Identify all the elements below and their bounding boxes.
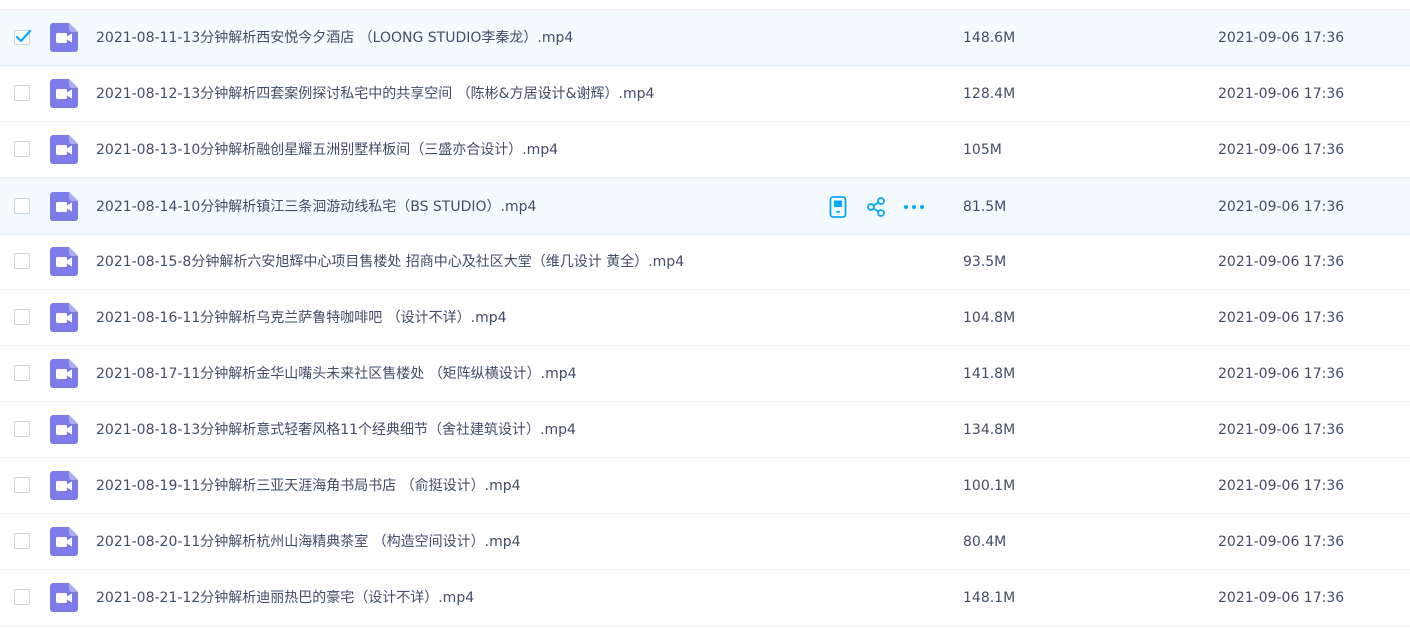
file-size: 100.1M xyxy=(963,478,1016,494)
row-checkbox[interactable] xyxy=(14,477,30,493)
file-name[interactable]: 2021-08-17-11分钟解析金华山嘴头未来社区售楼处 （矩阵纵横设计）.m… xyxy=(96,346,577,402)
video-file-icon xyxy=(50,415,78,444)
row-checkbox[interactable] xyxy=(14,309,30,325)
file-size: 80.4M xyxy=(963,534,1007,550)
file-size: 148.1M xyxy=(963,590,1016,606)
file-row[interactable]: 2021-08-19-11分钟解析三亚天涯海角书局书店 （俞挺设计）.mp4 10… xyxy=(0,458,1410,514)
modified-date: 2021-09-06 17:36 xyxy=(1218,86,1345,102)
modified-date: 2021-09-06 17:36 xyxy=(1218,254,1345,270)
file-size: 105M xyxy=(963,142,1002,158)
file-row[interactable]: 2021-08-20-11分钟解析杭州山海精典茶室 （构造空间设计）.mp4 80… xyxy=(0,514,1410,570)
modified-date: 2021-09-06 17:36 xyxy=(1218,310,1345,326)
file-size: 148.6M xyxy=(963,30,1016,46)
row-checkbox[interactable] xyxy=(14,421,30,437)
video-file-icon xyxy=(50,247,78,276)
modified-date: 2021-09-06 17:36 xyxy=(1218,534,1345,550)
file-size: 81.5M xyxy=(963,199,1007,215)
video-file-icon xyxy=(50,359,78,388)
modified-date: 2021-09-06 17:36 xyxy=(1218,478,1345,494)
video-file-icon xyxy=(50,471,78,500)
row-checkbox[interactable] xyxy=(14,198,30,214)
file-row[interactable]: 2021-08-16-11分钟解析乌克兰萨鲁特咖啡吧 （设计不详）.mp4 104… xyxy=(0,290,1410,346)
file-name[interactable]: 2021-08-21-12分钟解析迪丽热巴的豪宅（设计不详）.mp4 xyxy=(96,570,474,626)
more-actions-button[interactable] xyxy=(902,195,926,219)
modified-date: 2021-09-06 17:36 xyxy=(1218,142,1345,158)
video-file-icon xyxy=(50,583,78,612)
row-checkbox[interactable] xyxy=(14,533,30,549)
modified-date: 2021-09-06 17:36 xyxy=(1218,366,1345,382)
file-row[interactable]: 2021-08-13-10分钟解析融创星耀五洲别墅样板间（三盛亦合设计）.mp4… xyxy=(0,122,1410,178)
row-checkbox[interactable] xyxy=(14,85,30,101)
video-file-icon xyxy=(50,303,78,332)
file-name[interactable]: 2021-08-14-10分钟解析镇江三条洄游动线私宅（BS STUDIO）.m… xyxy=(96,179,536,235)
video-file-icon xyxy=(50,192,78,221)
video-file-icon xyxy=(50,135,78,164)
file-row[interactable]: 2021-08-17-11分钟解析金华山嘴头未来社区售楼处 （矩阵纵横设计）.m… xyxy=(0,346,1410,402)
video-file-icon xyxy=(50,79,78,108)
file-row[interactable]: 2021-08-11-13分钟解析西安悦今夕酒店 （LOONG STUDIO李秦… xyxy=(0,10,1410,66)
file-row[interactable]: 2021-08-15-8分钟解析六安旭辉中心项目售楼处 招商中心及社区大堂（维几… xyxy=(0,234,1410,290)
row-checkbox[interactable] xyxy=(14,365,30,381)
row-checkbox[interactable] xyxy=(14,141,30,157)
modified-date: 2021-09-06 17:36 xyxy=(1218,30,1345,46)
file-size: 134.8M xyxy=(963,422,1016,438)
file-name[interactable]: 2021-08-13-10分钟解析融创星耀五洲别墅样板间（三盛亦合设计）.mp4 xyxy=(96,122,558,178)
file-size: 104.8M xyxy=(963,310,1016,326)
file-row[interactable]: 2021-08-21-12分钟解析迪丽热巴的豪宅（设计不详）.mp4 148.1M… xyxy=(0,570,1410,626)
file-name[interactable]: 2021-08-11-13分钟解析西安悦今夕酒店 （LOONG STUDIO李秦… xyxy=(96,10,573,66)
phone-icon xyxy=(826,196,850,223)
video-file-icon xyxy=(50,23,78,52)
video-file-icon xyxy=(50,527,78,556)
file-row[interactable]: 2021-08-18-13分钟解析意式轻奢风格11个经典细节（舍社建筑设计）.m… xyxy=(0,402,1410,458)
open-on-phone-button[interactable] xyxy=(826,195,850,219)
file-name[interactable]: 2021-08-16-11分钟解析乌克兰萨鲁特咖啡吧 （设计不详）.mp4 xyxy=(96,290,507,346)
file-row[interactable]: 2021-08-12-13分钟解析四套案例探讨私宅中的共享空间 （陈彬&方居设计… xyxy=(0,66,1410,122)
modified-date: 2021-09-06 17:36 xyxy=(1218,422,1345,438)
row-checkbox[interactable] xyxy=(14,253,30,269)
modified-date: 2021-09-06 17:36 xyxy=(1218,199,1345,215)
more-icon xyxy=(902,205,926,223)
modified-date: 2021-09-06 17:36 xyxy=(1218,590,1345,606)
file-size: 128.4M xyxy=(963,86,1016,102)
file-list: 2021-08-11-13分钟解析西安悦今夕酒店 （LOONG STUDIO李秦… xyxy=(0,0,1410,628)
row-checkbox-checked[interactable] xyxy=(14,29,32,45)
share-icon xyxy=(864,197,888,223)
file-name[interactable]: 2021-08-12-13分钟解析四套案例探讨私宅中的共享空间 （陈彬&方居设计… xyxy=(96,66,654,122)
file-name[interactable]: 2021-08-19-11分钟解析三亚天涯海角书局书店 （俞挺设计）.mp4 xyxy=(96,458,521,514)
row-checkbox[interactable] xyxy=(14,589,30,605)
file-size: 141.8M xyxy=(963,366,1016,382)
file-name[interactable]: 2021-08-20-11分钟解析杭州山海精典茶室 （构造空间设计）.mp4 xyxy=(96,514,521,570)
file-name[interactable]: 2021-08-18-13分钟解析意式轻奢风格11个经典细节（舍社建筑设计）.m… xyxy=(96,402,576,458)
file-name[interactable]: 2021-08-15-8分钟解析六安旭辉中心项目售楼处 招商中心及社区大堂（维几… xyxy=(96,234,684,290)
share-button[interactable] xyxy=(864,195,888,219)
file-size: 93.5M xyxy=(963,254,1007,270)
file-row[interactable]: 2021-08-14-10分钟解析镇江三条洄游动线私宅（BS STUDIO）.m… xyxy=(0,178,1410,235)
